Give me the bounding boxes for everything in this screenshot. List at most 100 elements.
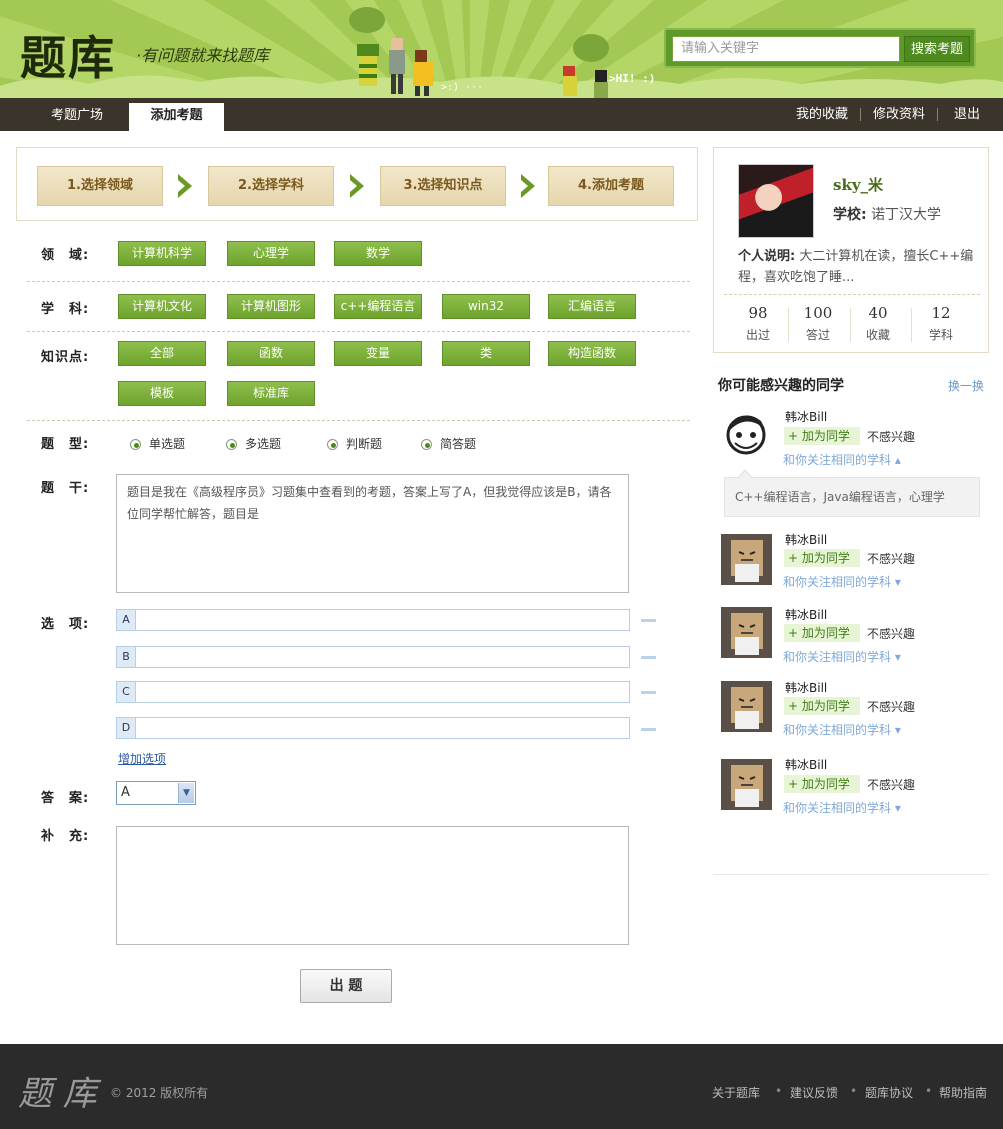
search-input[interactable]: 请输入关键字 — [672, 36, 900, 62]
knowledge-tag[interactable]: 函数 — [227, 341, 315, 366]
knowledge-tag[interactable]: 全部 — [118, 341, 206, 366]
option-letter: A — [117, 610, 136, 630]
radio-short-answer[interactable]: 简答题 — [421, 435, 476, 452]
option-letter: B — [117, 647, 136, 667]
add-friend-button[interactable]: + 加为同学 — [784, 624, 860, 642]
step-select-subject[interactable]: 2.选择学科 — [208, 166, 334, 206]
same-subjects-toggle[interactable]: 和你关注相同的学科 ▴ — [783, 451, 901, 468]
stat-answered[interactable]: 100 答过 — [788, 304, 848, 343]
profile-name[interactable]: sky_米 — [833, 174, 883, 195]
user-name[interactable]: 韩冰Bill — [785, 531, 827, 548]
nav-my-favorites[interactable]: 我的收藏 — [796, 98, 848, 131]
answer-select[interactable]: A ▼ — [116, 781, 196, 805]
option-letter: C — [117, 682, 136, 702]
remove-option-icon[interactable] — [641, 691, 656, 694]
subject-tag[interactable]: 计算机文化 — [118, 294, 206, 319]
radio-label: 单选题 — [149, 437, 186, 451]
radio-multi-choice[interactable]: 多选题 — [226, 435, 281, 452]
user-avatar[interactable] — [721, 681, 772, 732]
step-add-question[interactable]: 4.添加考题 — [548, 166, 674, 206]
domain-tag[interactable]: 计算机科学 — [118, 241, 206, 266]
remove-option-icon[interactable] — [641, 619, 656, 622]
radio-true-false[interactable]: 判断题 — [327, 435, 382, 452]
footer-logo[interactable]: 题 库 — [18, 1066, 97, 1115]
tab-add-question[interactable]: 添加考题 — [129, 103, 224, 131]
refresh-link[interactable]: 换一换 — [948, 377, 984, 394]
site-header: 题库 ·有问题就来找题库 >:) ··· >HI! :) 请输入关键字 搜索考题 — [0, 0, 1003, 98]
user-avatar[interactable] — [721, 607, 772, 658]
add-friend-button[interactable]: + 加为同学 — [784, 775, 860, 793]
remove-option-icon[interactable] — [641, 728, 656, 731]
stat-number: 12 — [931, 304, 951, 322]
subject-tag[interactable]: c++编程语言 — [334, 294, 422, 319]
same-subjects-toggle[interactable]: 和你关注相同的学科 ▾ — [783, 721, 901, 738]
not-interested-button[interactable]: 不感兴趣 — [867, 625, 915, 642]
chevron-right-icon — [521, 174, 535, 198]
user-name[interactable]: 韩冰Bill — [785, 756, 827, 773]
not-interested-button[interactable]: 不感兴趣 — [867, 550, 915, 567]
footer-link-about[interactable]: 关于题库 — [712, 1084, 760, 1101]
footer-link-feedback[interactable]: 建议反馈 — [790, 1084, 838, 1101]
nav-edit-profile[interactable]: 修改资料 — [873, 98, 925, 131]
site-logo[interactable]: 题库 — [20, 22, 116, 88]
search-button[interactable]: 搜索考题 — [904, 36, 970, 62]
stat-subjects[interactable]: 12 学科 — [911, 304, 971, 343]
divider — [713, 874, 989, 875]
radio-single-choice[interactable]: 单选题 — [130, 435, 185, 452]
supplement-textarea[interactable] — [116, 826, 629, 945]
avatar[interactable] — [738, 164, 814, 238]
knowledge-tag[interactable]: 模板 — [118, 381, 206, 406]
add-friend-button[interactable]: + 加为同学 — [784, 549, 860, 567]
user-avatar[interactable] — [721, 534, 772, 585]
stat-favorites[interactable]: 40 收藏 — [848, 304, 908, 343]
user-avatar[interactable] — [721, 759, 772, 810]
knowledge-tag[interactable]: 变量 — [334, 341, 422, 366]
divider — [27, 281, 690, 282]
radio-label: 多选题 — [245, 437, 282, 451]
step-select-knowledge[interactable]: 3.选择知识点 — [380, 166, 506, 206]
remove-option-icon[interactable] — [641, 656, 656, 659]
chevron-right-icon — [178, 174, 192, 198]
submit-question-button[interactable]: 出 题 — [300, 969, 392, 1003]
footer-dot: • — [775, 1084, 783, 1098]
same-subjects-toggle[interactable]: 和你关注相同的学科 ▾ — [783, 573, 901, 590]
main-nav: 考题广场 添加考题 我的收藏 修改资料 退出 — [0, 98, 1003, 131]
same-subjects-toggle[interactable]: 和你关注相同的学科 ▾ — [783, 799, 901, 816]
option-input[interactable]: B — [116, 646, 630, 668]
not-interested-button[interactable]: 不感兴趣 — [867, 698, 915, 715]
profile-card: sky_米 学校: 诺丁汉大学 个人说明: 大二计算机在读，擅长C++编程，喜欢… — [713, 147, 989, 353]
knowledge-tag[interactable]: 标准库 — [227, 381, 315, 406]
not-interested-button[interactable]: 不感兴趣 — [867, 776, 915, 793]
knowledge-tag[interactable]: 类 — [442, 341, 530, 366]
subject-tag[interactable]: 计算机图形 — [227, 294, 315, 319]
footer-dot: • — [925, 1084, 933, 1098]
option-input[interactable]: D — [116, 717, 630, 739]
subject-tag[interactable]: 汇编语言 — [548, 294, 636, 319]
domain-tag[interactable]: 心理学 — [227, 241, 315, 266]
stem-textarea[interactable]: 题目是我在《高级程序员》习题集中查看到的考题，答案上写了A，但我觉得应该是B，请… — [116, 474, 629, 593]
user-name[interactable]: 韩冰Bill — [785, 606, 827, 623]
radio-label: 判断题 — [346, 437, 383, 451]
option-input[interactable]: C — [116, 681, 630, 703]
radio-label: 简答题 — [440, 437, 477, 451]
user-name[interactable]: 韩冰Bill — [785, 679, 827, 696]
footer-link-agreement[interactable]: 题库协议 — [865, 1084, 913, 1101]
footer-link-help[interactable]: 帮助指南 — [939, 1084, 987, 1101]
option-input[interactable]: A — [116, 609, 630, 631]
tab-question-square[interactable]: 考题广场 — [36, 103, 118, 131]
nav-logout[interactable]: 退出 — [954, 98, 980, 131]
radio-dot-icon — [421, 439, 432, 450]
step-select-domain[interactable]: 1.选择领域 — [37, 166, 163, 206]
subject-tag[interactable]: win32 — [442, 294, 530, 319]
user-name[interactable]: 韩冰Bill — [785, 408, 827, 425]
not-interested-button[interactable]: 不感兴趣 — [867, 428, 915, 445]
user-avatar[interactable] — [721, 411, 772, 462]
knowledge-tag[interactable]: 构造函数 — [548, 341, 636, 366]
add-friend-button[interactable]: + 加为同学 — [784, 697, 860, 715]
stat-asked[interactable]: 98 出过 — [728, 304, 788, 343]
radio-dot-icon — [226, 439, 237, 450]
add-friend-button[interactable]: + 加为同学 — [784, 427, 860, 445]
add-option-link[interactable]: 增加选项 — [118, 750, 166, 767]
same-subjects-toggle[interactable]: 和你关注相同的学科 ▾ — [783, 648, 901, 665]
domain-tag[interactable]: 数学 — [334, 241, 422, 266]
